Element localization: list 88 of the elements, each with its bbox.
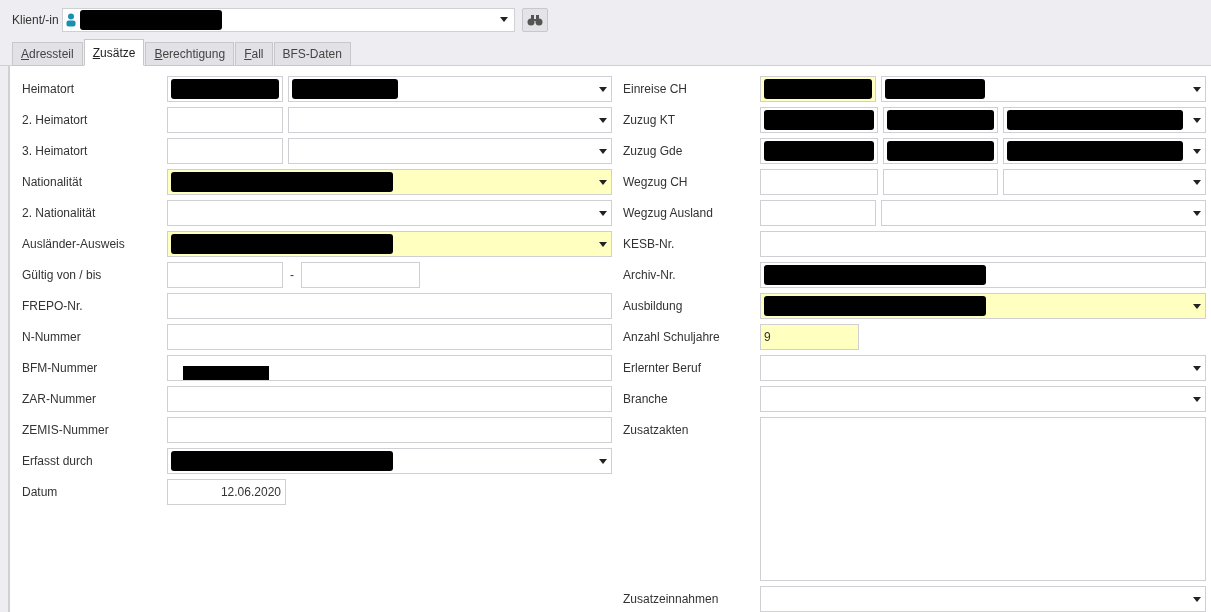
input-field[interactable] [301,262,420,288]
field-label: Branche [623,391,669,408]
input-field[interactable] [167,386,612,412]
dropdown-field[interactable] [881,200,1206,226]
field-label: ZEMIS-Nummer [22,422,110,439]
dropdown-field[interactable] [288,76,612,102]
dropdown-caret-icon [599,241,607,247]
dropdown-caret-icon [1193,396,1201,402]
field-label: Wegzug Ausland [623,205,714,222]
field-label: Ausbildung [623,298,684,315]
dropdown-field[interactable] [288,138,612,164]
field-label: 2. Heimatort [22,112,89,129]
input-field[interactable] [167,324,612,350]
field-label: 3. Heimatort [22,143,89,160]
input-field[interactable] [760,169,878,195]
dropdown-field[interactable] [1003,138,1206,164]
dropdown-field[interactable] [760,586,1206,612]
field-label: Einreise CH [623,81,689,98]
field-label: Gültig von / bis [22,267,103,284]
input-field[interactable] [167,107,283,133]
dropdown-field[interactable] [167,169,612,195]
dropdown-caret-icon [599,117,607,123]
tab[interactable]: Zusätze [83,39,145,66]
dropdown-caret-icon [1193,86,1201,92]
dropdown-field[interactable] [167,200,612,226]
input-field[interactable] [760,231,1206,257]
dropdown-caret-icon [1193,365,1201,371]
dropdown-field[interactable] [881,76,1206,102]
field-label: Zusatzakten [623,422,690,439]
text-area[interactable] [760,417,1206,581]
dropdown-caret-icon [599,179,607,185]
dropdown-caret-icon [1193,303,1201,309]
search-button[interactable] [522,7,548,32]
binoculars-icon [527,13,543,26]
dropdown-field[interactable] [760,386,1206,412]
field-label: FREPO-Nr. [22,298,84,315]
field-label: BFM-Nummer [22,360,99,377]
tab[interactable]: Adressteil [12,42,83,66]
dropdown-caret-icon [1193,179,1201,185]
dropdown-field[interactable] [1003,107,1206,133]
field-label: Zuzug KT [623,112,677,129]
person-icon [66,12,76,27]
input-field[interactable]: 9 [760,324,859,350]
dropdown-field[interactable] [760,293,1206,319]
field-label: Erlernter Beruf [623,360,703,377]
field-label: Anzahl Schuljahre [623,329,721,346]
dropdown-caret-icon [1193,148,1201,154]
tab[interactable]: Berechtigung [145,42,235,66]
field-label: N-Nummer [22,329,82,346]
field-label: 2. Nationalität [22,205,97,222]
field-label: Heimatort [22,81,75,98]
field-label: Archiv-Nr. [623,267,677,284]
field-label: Wegzug CH [623,174,689,191]
field-label: Datum [22,484,59,501]
dropdown-field[interactable] [167,448,612,474]
dropdown-caret-icon [500,17,508,23]
input-field[interactable] [167,138,283,164]
input-field[interactable] [167,355,612,381]
dropdown-field[interactable] [760,355,1206,381]
dropdown-field[interactable] [167,231,612,257]
client-dropdown[interactable] [62,7,515,32]
field-label: Nationalität [22,174,84,191]
field-label: Ausländer-Ausweis [22,236,126,253]
field-label: ZAR-Nummer [22,391,97,408]
field-label: Zuzug Gde [623,143,684,160]
range-separator: - [289,267,295,284]
dropdown-caret-icon [1193,596,1201,602]
dropdown-caret-icon [1193,117,1201,123]
dropdown-caret-icon [1193,210,1201,216]
client-label: Klient/-in [12,11,60,29]
input-field[interactable] [883,169,998,195]
field-label: Zusatzeinnahmen [623,591,720,608]
dropdown-caret-icon [599,148,607,154]
tab[interactable]: Fall [235,42,273,66]
dropdown-field[interactable] [288,107,612,133]
input-field[interactable] [760,262,1206,288]
input-field[interactable] [760,200,876,226]
input-field[interactable] [167,293,612,319]
dropdown-field[interactable] [1003,169,1206,195]
dropdown-caret-icon [599,458,607,464]
input-field[interactable] [167,262,283,288]
dropdown-caret-icon [599,210,607,216]
input-field[interactable] [167,417,612,443]
field-label: KESB-Nr. [623,236,676,253]
tab[interactable]: BFS-Daten [273,42,351,66]
dropdown-caret-icon [599,86,607,92]
field-label: Erfasst durch [22,453,94,470]
input-field[interactable]: 12.06.2020 [167,479,286,505]
